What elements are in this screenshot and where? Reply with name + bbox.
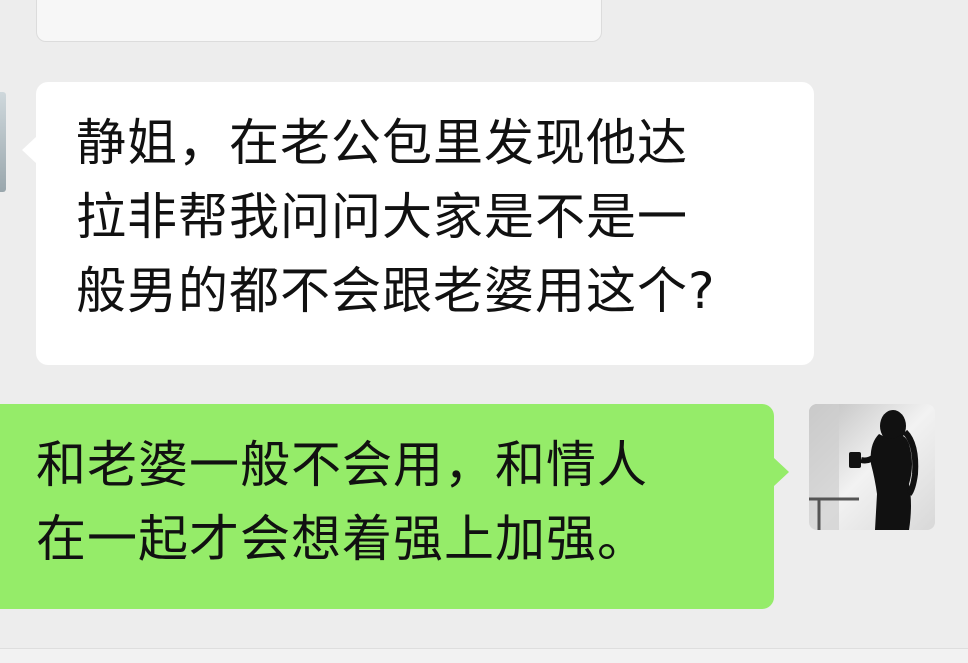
outgoing-message-text: 和老婆一般不会用，和情人 在一起才会想着强上加强。	[36, 436, 648, 568]
chat-area: 静姐，在老公包里发现他达 拉非帮我问问大家是不是一 般男的都不会跟老婆用这个? …	[0, 0, 968, 663]
outgoing-message-bubble[interactable]: 和老婆一般不会用，和情人 在一起才会想着强上加强。	[0, 404, 789, 609]
silhouette-photo-avatar-icon	[809, 404, 935, 530]
sender-avatar[interactable]	[0, 92, 6, 192]
incoming-message-bubble[interactable]: 静姐，在老公包里发现他达 拉非帮我问问大家是不是一 般男的都不会跟老婆用这个?	[22, 82, 814, 365]
my-avatar[interactable]	[809, 404, 935, 530]
input-bar-edge	[0, 648, 968, 663]
incoming-message-text: 静姐，在老公包里发现他达 拉非帮我问问大家是不是一 般男的都不会跟老婆用这个?	[76, 114, 716, 320]
previous-message-bubble[interactable]	[36, 0, 602, 42]
